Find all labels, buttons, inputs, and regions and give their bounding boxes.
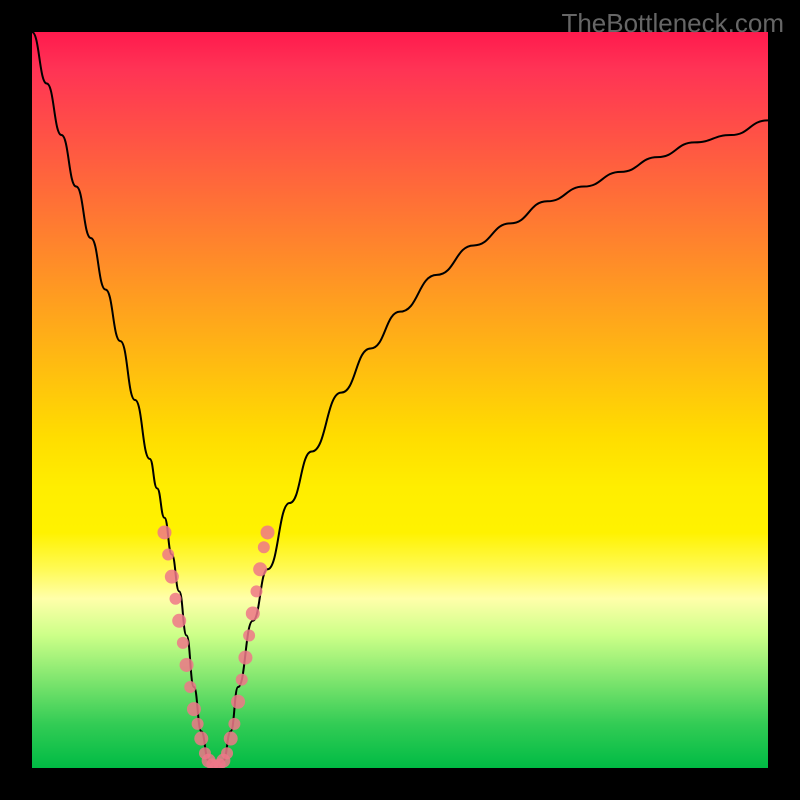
scatter-point bbox=[258, 541, 270, 553]
watermark-text: TheBottleneck.com bbox=[561, 8, 784, 39]
scatter-point bbox=[231, 695, 245, 709]
scatter-point bbox=[184, 681, 196, 693]
scatter-point bbox=[194, 732, 208, 746]
scatter-point bbox=[224, 732, 238, 746]
scatter-point bbox=[250, 585, 262, 597]
curve-group bbox=[32, 32, 768, 768]
scatter-point bbox=[192, 718, 204, 730]
bottleneck-curve bbox=[32, 32, 768, 768]
scatter-point bbox=[165, 570, 179, 584]
scatter-point bbox=[162, 549, 174, 561]
chart-container bbox=[32, 32, 768, 768]
scatter-point bbox=[180, 658, 194, 672]
scatter-point bbox=[238, 651, 252, 665]
scatter-point bbox=[261, 525, 275, 539]
scatter-point bbox=[157, 525, 171, 539]
scatter-point bbox=[253, 562, 267, 576]
scatter-point bbox=[221, 747, 233, 759]
scatter-point bbox=[243, 630, 255, 642]
scatter-point bbox=[170, 593, 182, 605]
chart-svg bbox=[32, 32, 768, 768]
scatter-point bbox=[236, 674, 248, 686]
scatter-point bbox=[172, 614, 186, 628]
scatter-point bbox=[187, 702, 201, 716]
scatter-point bbox=[177, 637, 189, 649]
scatter-point bbox=[246, 606, 260, 620]
scatter-point bbox=[228, 718, 240, 730]
